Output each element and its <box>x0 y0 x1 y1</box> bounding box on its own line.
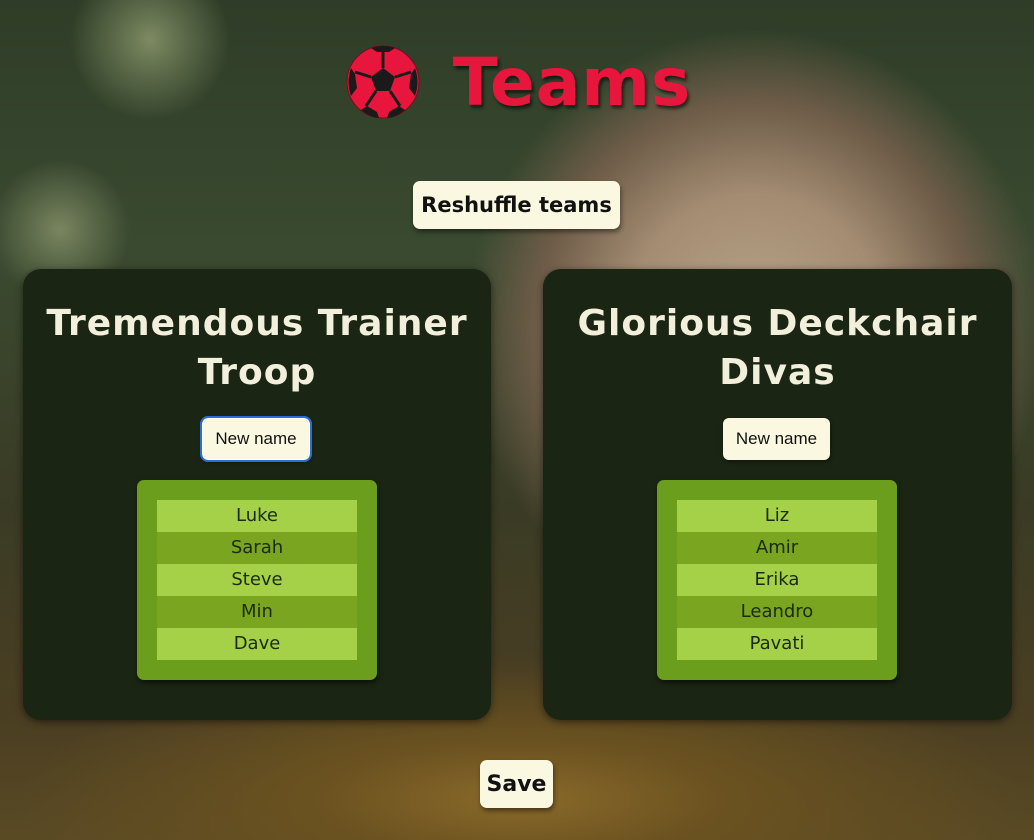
player-item: Min <box>157 596 357 628</box>
player-item: Liz <box>677 500 877 532</box>
player-item: Luke <box>157 500 357 532</box>
app-header: Teams <box>0 42 1034 122</box>
player-list: Liz Amir Erika Leandro Pavati <box>677 500 877 660</box>
player-list: Luke Sarah Steve Min Dave <box>157 500 357 660</box>
team-card-2: Glorious Deckchair Divas New name Liz Am… <box>543 269 1012 720</box>
player-item: Erika <box>677 564 877 596</box>
team-card-1: Tremendous Trainer Troop New name Luke S… <box>23 269 491 720</box>
player-item: Amir <box>677 532 877 564</box>
save-button[interactable]: Save <box>480 760 553 808</box>
player-list-box: Luke Sarah Steve Min Dave <box>137 480 377 680</box>
reshuffle-teams-button[interactable]: Reshuffle teams <box>413 181 620 229</box>
new-name-button[interactable]: New name <box>723 418 830 460</box>
page-title: Teams <box>452 43 692 121</box>
player-item: Steve <box>157 564 357 596</box>
team-name: Tremendous Trainer Troop <box>46 303 468 393</box>
new-name-button[interactable]: New name <box>200 416 312 462</box>
player-list-box: Liz Amir Erika Leandro Pavati <box>657 480 897 680</box>
player-item: Dave <box>157 628 357 660</box>
soccer-ball-icon <box>346 45 420 119</box>
player-item: Pavati <box>677 628 877 660</box>
player-item: Sarah <box>157 532 357 564</box>
player-item: Leandro <box>677 596 877 628</box>
team-name: Glorious Deckchair Divas <box>577 303 978 393</box>
